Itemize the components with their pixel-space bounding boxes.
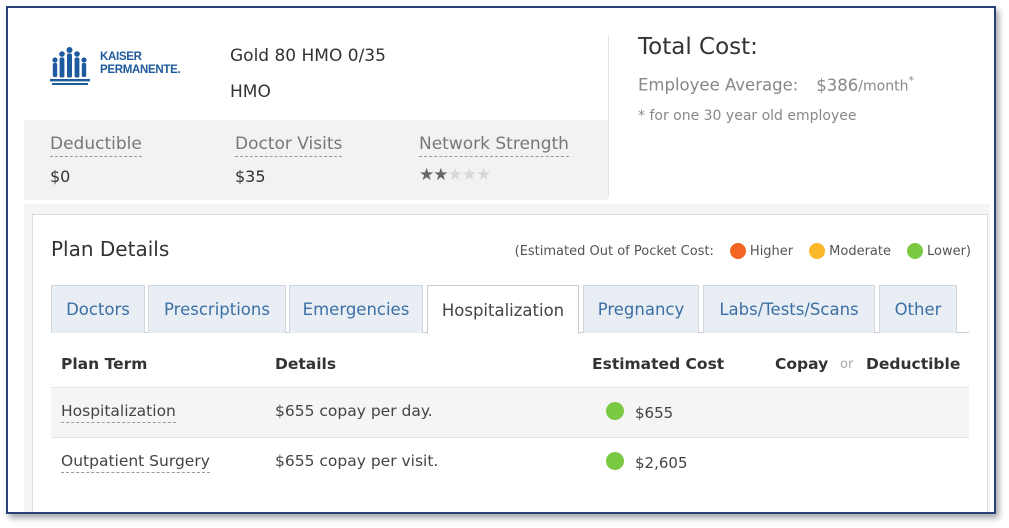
col-copay[interactable]: Copay [775,355,828,373]
kaiser-people-icon [50,47,90,85]
row-term[interactable]: Hospitalization [61,402,176,423]
tab-doctors[interactable]: Doctors [51,285,145,333]
star-filled-icon: ★ [419,165,434,185]
tab-hospitalization[interactable]: Hospitalization [427,285,579,334]
star-empty-icon: ★ [461,165,477,185]
coverage-table: Plan Term Details Estimated Cost Copay o… [51,343,969,487]
tab-other[interactable]: Other [879,285,957,333]
col-details: Details [275,355,337,373]
cost-footnote: * for one 30 year old employee [638,108,857,124]
tab-pregnancy[interactable]: Pregnancy [583,285,699,333]
table-row: Hospitalization $655 copay per day. $655 [51,387,969,437]
legend-lower: Lower) [926,243,971,259]
network-strength-stat: Network Strength ★★★★★ [419,134,569,185]
employee-average-amount: $386 [816,75,859,95]
plan-type: HMO [230,82,271,102]
deductible-value: $0 [50,167,71,186]
row-cost: $655 [635,404,674,422]
doctor-visits-stat: Doctor Visits $35 [235,134,343,186]
doctor-visits-value: $35 [235,167,266,186]
cost-level-dot-icon [606,402,624,420]
plan-comparison-frame: KAISER PERMANENTE. Gold 80 HMO 0/35 HMO … [6,6,996,514]
legend-moderate: Moderate [829,243,891,259]
plan-details-title: Plan Details [51,237,170,261]
higher-dot-icon [729,243,746,259]
col-deductible[interactable]: Deductible [866,355,960,373]
employee-average: Employee Average: $386/month* [638,74,914,95]
plan-header: KAISER PERMANENTE. Gold 80 HMO 0/35 HMO [24,22,608,120]
legend-prefix: (Estimated Out of Pocket Cost: [514,243,714,259]
logo-wordmark: KAISER PERMANENTE. [100,51,181,77]
plan-stats: Deductible $0 Doctor Visits $35 Network … [24,120,608,200]
col-or: or [840,357,854,372]
star-filled-icon: ★ [433,165,448,185]
table-row: Outpatient Surgery $655 copay per visit.… [51,437,969,487]
employee-average-period: /month [858,78,909,95]
total-cost-title: Total Cost: [638,34,758,60]
network-strength-label[interactable]: Network Strength [419,134,569,157]
tab-emergencies[interactable]: Emergencies [289,285,423,333]
logo-line-1: KAISER [100,51,142,63]
col-estimated-cost: Estimated Cost [592,355,725,373]
row-term[interactable]: Outpatient Surgery [61,452,210,473]
plan-name: Gold 80 HMO 0/35 [230,46,386,66]
legend-higher: Higher [749,243,794,259]
network-strength-rating: ★★★★★ [419,165,569,185]
deductible-stat: Deductible $0 [50,134,142,186]
table-header: Plan Term Details Estimated Cost Copay o… [51,343,969,387]
tab-prescriptions[interactable]: Prescriptions [148,285,286,333]
employee-average-label: Employee Average: [638,75,799,95]
col-plan-term: Plan Term [61,355,148,373]
star-empty-icon: ★ [476,165,491,185]
cost-legend: (Estimated Out of Pocket Cost: Higher Mo… [515,243,971,259]
star-empty-icon: ★ [447,165,463,185]
logo-line-2: PERMANENTE. [100,64,181,76]
cost-level-dot-icon [606,452,624,470]
kaiser-permanente-logo: KAISER PERMANENTE. [50,44,190,88]
plan-details-tabs: Doctors Prescriptions Emergencies Hospit… [51,285,969,334]
header-divider [608,36,609,196]
tab-labs-tests-scans[interactable]: Labs/Tests/Scans [703,285,875,333]
doctor-visits-label[interactable]: Doctor Visits [235,134,343,157]
row-details: $655 copay per day. [275,402,433,420]
lower-dot-icon [906,243,923,259]
row-details: $655 copay per visit. [275,452,439,470]
row-cost: $2,605 [635,454,688,472]
moderate-dot-icon [809,243,826,259]
employee-average-asterisk: * [908,74,914,87]
deductible-label[interactable]: Deductible [50,134,142,157]
plan-details-panel: Plan Details (Estimated Out of Pocket Co… [32,214,988,512]
plan-summary-card: KAISER PERMANENTE. Gold 80 HMO 0/35 HMO … [24,22,608,200]
